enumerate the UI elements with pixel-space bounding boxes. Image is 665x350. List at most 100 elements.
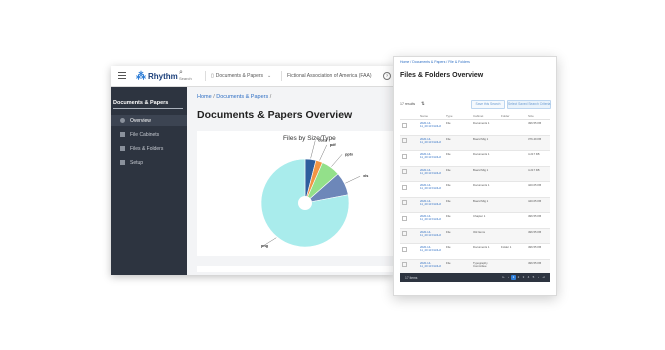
sidebar-item-label: Setup <box>130 159 144 166</box>
app-logo[interactable]: ⁂ Rhythm <box>136 70 178 82</box>
page-button[interactable]: ⇥ <box>541 275 546 280</box>
file-size: 496.55 KB <box>528 260 542 265</box>
table-row[interactable]: 2020-14-11_20:13 FLDHJ File Board Mtg 1 4.2… <box>400 166 550 182</box>
pagination-bar: 17 items ⇤ ‹ 1 2 3 4 5 › ⇥ <box>400 273 550 282</box>
breadcrumb-section-link[interactable]: Documents & Papers <box>216 94 268 100</box>
pie-leader-line <box>345 176 361 184</box>
file-size: 496.55 KB <box>528 121 542 125</box>
row-checkbox[interactable] <box>402 169 407 174</box>
organization-selector[interactable]: Fictional Association of America (FAA) <box>287 73 371 79</box>
file-name-link[interactable]: 2020-14-11_20:13 FLDHJ <box>420 245 442 252</box>
row-checkbox[interactable] <box>402 246 407 252</box>
sidebar-item-file-cabinets[interactable]: File Cabinets <box>111 129 187 140</box>
section-switcher-label: Documents & Papers <box>215 73 264 79</box>
row-checkbox[interactable] <box>402 122 407 128</box>
file-name-link[interactable]: 2020-14-11_20:13 FLDHJ <box>420 137 442 144</box>
results-count: 17 results <box>400 102 416 106</box>
row-checkbox[interactable] <box>402 138 407 143</box>
file-type: File <box>446 136 451 141</box>
file-name-link[interactable]: 2020-14-11_20:13 FLDHJ <box>420 168 442 175</box>
pie-label-pdf: pdf <box>330 143 337 147</box>
pie-label-docx: docx <box>318 138 328 142</box>
section-switcher[interactable]: ▯ Documents & Papers ⌄ <box>211 73 271 79</box>
file-cabinet: Typography Committee <box>473 260 488 268</box>
breadcrumb-home-link[interactable]: Home <box>197 94 212 100</box>
table-row[interactable]: 2020-14-11_20:13 FLDHJ File Documents 1 420… <box>400 182 550 198</box>
pie-label-xls: xls <box>363 174 368 178</box>
files-folders-window: Home / Documents & Papers / File & Folde… <box>393 56 557 296</box>
file-cabinet: Chapter 1 <box>473 214 486 218</box>
page-title: Documents & Papers Overview <box>197 109 353 121</box>
page-buttons: ⇤ ‹ 1 2 3 4 5 › ⇥ <box>501 275 546 280</box>
file-size: 4.217 KB <box>528 152 540 156</box>
save-search-button[interactable]: Save this Search <box>471 100 505 109</box>
file-folder: Folder 1 <box>501 245 512 249</box>
column-header-folder[interactable]: Folder <box>501 114 510 118</box>
document-icon: ▯ <box>211 73 214 79</box>
file-name-link[interactable]: 2020-14-11_20:13 FLDHJ <box>420 199 442 206</box>
cabinet-icon <box>120 132 125 137</box>
table-row[interactable]: 2020-14-11_20:13 FLDHJ File Documents 1 4.2… <box>400 151 550 167</box>
divider <box>281 71 282 81</box>
row-checkbox[interactable] <box>402 153 407 159</box>
item-count: 17 items <box>405 275 418 280</box>
file-type: File <box>446 229 451 234</box>
row-checkbox[interactable] <box>402 184 407 190</box>
file-cabinet: Documents 1 <box>473 121 490 125</box>
file-type: File <box>446 214 451 218</box>
logo-mark-icon: ⁂ <box>136 70 146 82</box>
sidebar-item-label: Overview <box>130 117 151 124</box>
table-row[interactable]: 2020-14-11_20:13 FLDHJ File Board Mtg 1 376… <box>400 135 550 151</box>
table-row[interactable]: 2020-14-11_20:13 FLDHJ File Documents 1 Fol… <box>400 244 550 260</box>
column-header-type[interactable]: Type <box>446 114 453 118</box>
file-name-link[interactable]: 2020-14-11_20:13 FLDHJ <box>420 152 442 159</box>
overview-icon <box>120 118 125 123</box>
row-checkbox[interactable] <box>402 200 407 205</box>
content-strip <box>197 266 393 272</box>
table-row[interactable]: 2020-14-11_20:13 FLDHJ File Old Items 496.5… <box>400 228 550 244</box>
sidebar-item-setup[interactable]: Setup <box>111 157 187 168</box>
column-header-size[interactable]: Size <box>528 114 534 118</box>
file-name-link[interactable]: 2020-14-11_20:13 FLDHJ <box>420 230 442 237</box>
search-button[interactable]: ⌕ Search <box>179 69 192 81</box>
file-type: File <box>446 167 451 172</box>
file-name-link[interactable]: 2020-14-11_20:13 FLDHJ <box>420 261 442 268</box>
setup-icon <box>120 160 125 165</box>
table-row[interactable]: 2020-14-11_20:13 FLDHJ File Documents 1 496… <box>400 120 550 136</box>
help-icon[interactable]: ? <box>383 72 391 80</box>
file-cabinet: Board Mtg 1 <box>473 167 489 172</box>
table-row[interactable]: 2020-14-11_20:13 FLDHJ File Board Mtg 1 440… <box>400 197 550 213</box>
file-size: 420.05 KB <box>528 183 542 187</box>
file-type: File <box>446 260 451 265</box>
column-header-name[interactable]: Name <box>420 114 428 118</box>
breadcrumb[interactable]: Home / Documents & Papers / File & Folde… <box>400 60 470 64</box>
file-cabinet: Board Mtg 1 <box>473 136 489 141</box>
table-row[interactable]: 2020-14-11_20:13 FLDHJ File Chapter 1 496.5… <box>400 213 550 229</box>
sidebar-item-files-folders[interactable]: Files & Folders <box>111 143 187 154</box>
search-icon: ⌕ <box>179 69 183 76</box>
pie-leader-line <box>319 144 327 161</box>
file-size: 376.49 KB <box>528 136 542 141</box>
row-checkbox[interactable] <box>402 262 407 267</box>
file-name-link[interactable]: 2020-14-11_20:13 FLDHJ <box>420 183 442 190</box>
column-header-cabinet[interactable]: Cabinet <box>473 114 483 118</box>
row-checkbox[interactable] <box>402 231 407 236</box>
pie-chart: docxpdf pptx xls png <box>260 138 368 248</box>
file-name-link[interactable]: 2020-14-11_20:13 FLDHJ <box>420 121 442 128</box>
sidebar-item-overview[interactable]: Overview <box>111 115 187 126</box>
file-size: 4.217 KB <box>528 167 540 172</box>
saved-search-criteria-button[interactable]: Select Saved Search Criteria <box>507 100 551 109</box>
sidebar-item-label: File Cabinets <box>130 131 160 138</box>
pie-center-hole <box>298 196 312 210</box>
sort-icon[interactable]: ⇅ <box>421 101 425 107</box>
breadcrumb-separator: / <box>213 94 215 100</box>
row-checkbox[interactable] <box>402 215 407 221</box>
file-size: 496.55 KB <box>528 214 542 218</box>
file-name-link[interactable]: 2020-14-11_20:13 FLDHJ <box>420 214 442 221</box>
menu-icon[interactable] <box>118 72 126 81</box>
file-type: File <box>446 198 451 203</box>
breadcrumb-separator: / <box>269 94 272 100</box>
main-app-window: ⁂ Rhythm ⌕ Search ▯ Documents & Papers ⌄ F… <box>111 66 393 275</box>
sidebar-item-label: Files & Folders <box>130 145 164 152</box>
page-title: Files & Folders Overview <box>400 72 484 79</box>
